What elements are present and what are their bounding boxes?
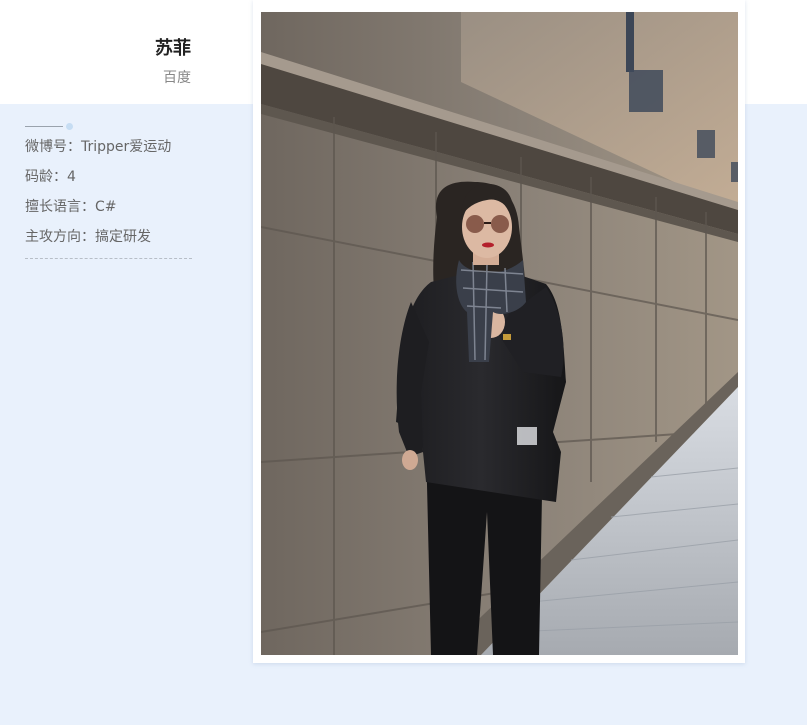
coding-age-label: 码龄： [25,169,67,185]
focus-label: 主攻方向： [25,229,95,245]
profile-name: 苏菲 [155,38,191,59]
weibo-row: 微博号：Tripper爱运动 [25,135,192,165]
language-row: 擅长语言：C# [25,195,192,225]
weibo-label: 微博号： [25,139,81,155]
coding-age-value: 4 [67,169,76,185]
portrait-illustration [261,12,738,655]
focus-row: 主攻方向：搞定研发 [25,225,192,255]
window [629,70,663,112]
window [626,12,634,72]
language-value: C# [95,199,117,215]
language-label: 擅长语言： [25,199,95,215]
weibo-value: Tripper爱运动 [81,139,172,155]
photo-frame [253,0,745,663]
divider-dot [66,123,73,130]
profile-company: 百度 [163,70,191,86]
window [697,130,715,158]
portrait-photo [261,12,738,655]
window [731,162,738,182]
coding-age-row: 码龄：4 [25,165,192,195]
focus-value: 搞定研发 [95,229,151,245]
profile-info-list: 微博号：Tripper爱运动 码龄：4 擅长语言：C# 主攻方向：搞定研发 [25,135,192,259]
divider-line [25,126,63,127]
